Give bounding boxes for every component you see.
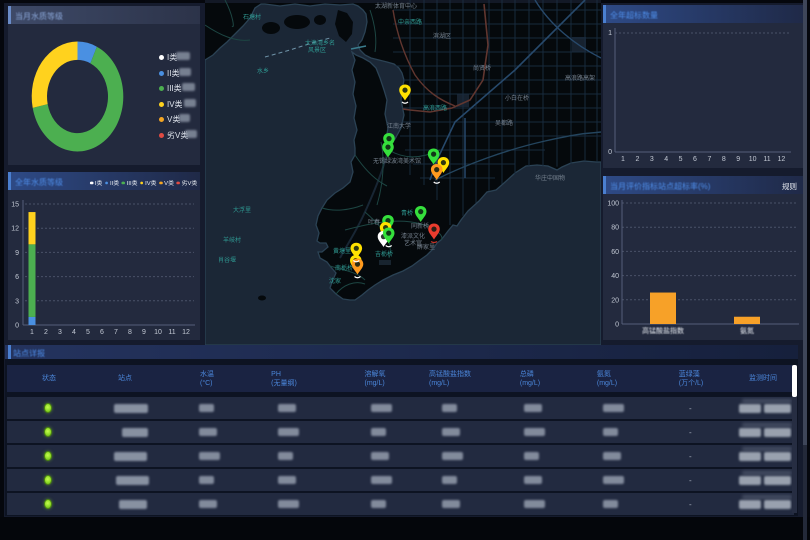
svg-text:5: 5 (86, 329, 90, 336)
svg-text:20: 20 (611, 297, 619, 304)
svg-text:40: 40 (611, 273, 619, 280)
svg-text:60: 60 (611, 249, 619, 256)
svg-text:华庄中国物: 华庄中国物 (535, 174, 565, 182)
svg-text:氨氮: 氨氮 (740, 326, 754, 335)
svg-text:青桥: 青桥 (401, 209, 413, 217)
svg-text:0: 0 (615, 322, 619, 329)
svg-text:11: 11 (168, 329, 175, 336)
svg-text:1: 1 (621, 156, 625, 163)
svg-text:15: 15 (11, 202, 19, 209)
svg-text:11: 11 (763, 156, 770, 163)
svg-text:吴都路: 吴都路 (495, 119, 513, 127)
svg-text:5: 5 (679, 156, 683, 163)
svg-text:3: 3 (15, 298, 19, 305)
svg-text:高锰酸盐指数: 高锰酸盐指数 (642, 326, 684, 335)
svg-text:12: 12 (182, 329, 190, 336)
svg-text:12: 12 (778, 156, 786, 163)
svg-text:3: 3 (58, 329, 62, 336)
svg-text:80: 80 (611, 225, 619, 232)
svg-text:高浪路高架: 高浪路高架 (565, 74, 595, 82)
svg-text:0: 0 (608, 149, 612, 156)
svg-text:8: 8 (128, 329, 132, 336)
svg-text:江南大学: 江南大学 (387, 122, 411, 130)
svg-text:7: 7 (114, 329, 118, 336)
svg-text:中亲西路: 中亲西路 (398, 18, 422, 26)
svg-text:水乡: 水乡 (257, 67, 269, 75)
svg-text:沈家: 沈家 (329, 277, 341, 285)
svg-text:6: 6 (100, 329, 104, 336)
svg-text:2: 2 (44, 329, 48, 336)
svg-text:6: 6 (15, 274, 19, 281)
svg-text:7: 7 (707, 156, 711, 163)
svg-text:风景区: 风景区 (308, 47, 326, 54)
svg-text:南栃桥: 南栃桥 (335, 264, 353, 272)
svg-text:滨湖区: 滨湖区 (433, 32, 451, 40)
svg-text:小白在桥: 小白在桥 (505, 94, 529, 102)
svg-text:1: 1 (30, 329, 34, 336)
svg-text:吉栃桥: 吉栃桥 (375, 250, 393, 258)
svg-text:3: 3 (650, 156, 654, 163)
svg-text:太湖新体育中心: 太湖新体育中心 (375, 2, 417, 10)
svg-text:羊岐村: 羊岐村 (223, 236, 241, 244)
svg-text:100: 100 (607, 201, 619, 208)
svg-text:漆派文化: 漆派文化 (401, 232, 425, 240)
svg-text:高浪西路: 高浪西路 (423, 104, 447, 112)
svg-text:12: 12 (11, 226, 19, 233)
svg-text:2: 2 (635, 156, 639, 163)
svg-text:大浮里: 大浮里 (233, 206, 251, 214)
svg-text:大渔湾乡名: 大渔湾乡名 (305, 39, 335, 47)
svg-text:6: 6 (693, 156, 697, 163)
svg-text:9: 9 (15, 250, 19, 257)
svg-text:同新桥: 同新桥 (411, 222, 429, 230)
svg-text:9: 9 (736, 156, 740, 163)
svg-text:9: 9 (142, 329, 146, 336)
svg-text:0: 0 (15, 323, 19, 330)
svg-text:黄塘里: 黄塘里 (333, 247, 351, 255)
svg-text:1: 1 (608, 30, 612, 37)
svg-text:叶春: 叶春 (368, 218, 380, 226)
svg-text:无锡绿波湾美术馆: 无锡绿波湾美术馆 (373, 157, 421, 165)
svg-text:10: 10 (749, 156, 757, 163)
svg-text:8: 8 (722, 156, 726, 163)
svg-text:4: 4 (72, 329, 76, 336)
svg-text:10: 10 (154, 329, 162, 336)
svg-text:薛家里: 薛家里 (417, 243, 435, 251)
svg-text:尚贤桥: 尚贤桥 (473, 64, 491, 72)
svg-text:肖谷堰: 肖谷堰 (218, 256, 236, 264)
svg-text:4: 4 (664, 156, 668, 163)
svg-text:石塘村: 石塘村 (243, 13, 261, 21)
